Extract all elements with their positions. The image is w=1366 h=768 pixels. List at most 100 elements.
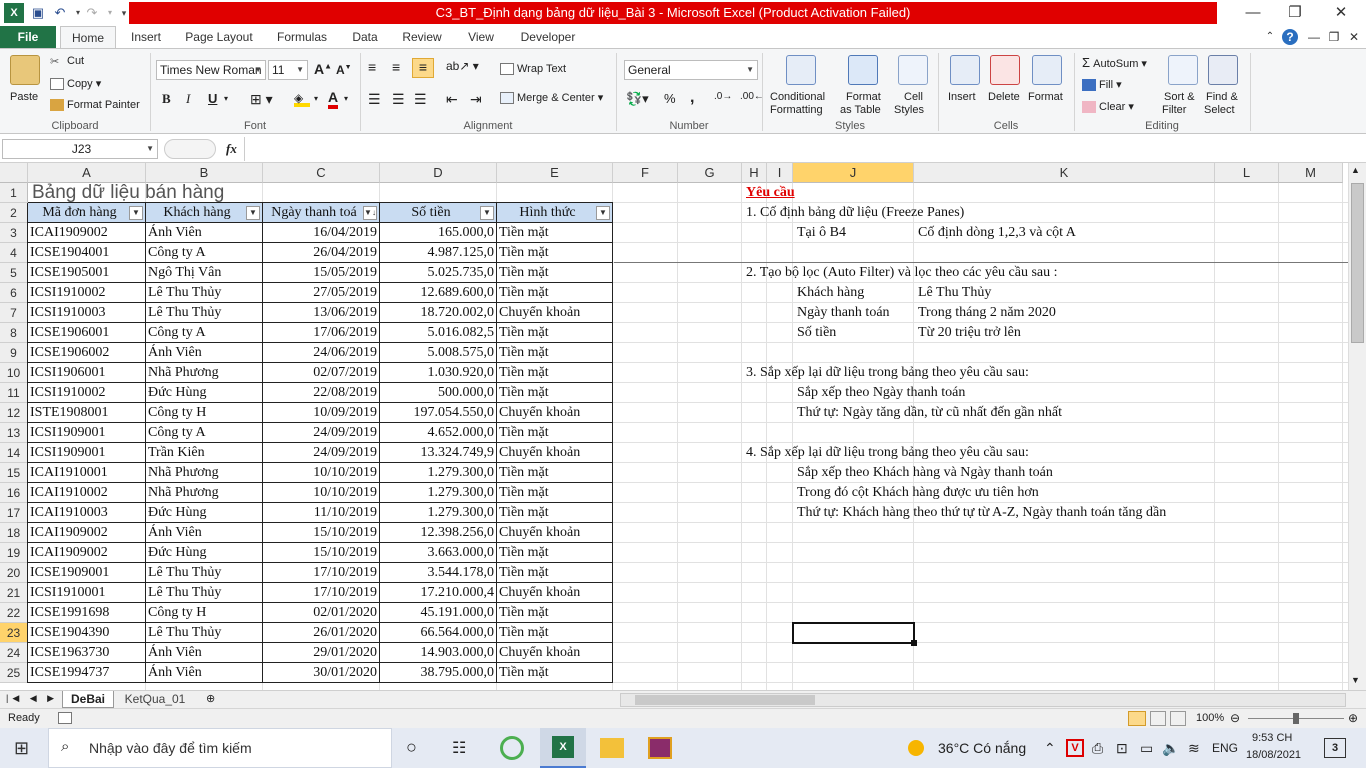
find-select-button[interactable]: Find &	[1206, 91, 1238, 103]
row-header-21[interactable]: 21	[0, 583, 28, 603]
scroll-up-icon[interactable]: ▲	[1351, 165, 1360, 175]
row-header-1[interactable]: 1	[0, 183, 28, 203]
row-header-24[interactable]: 24	[0, 643, 28, 663]
column-header-i[interactable]: I	[767, 163, 793, 183]
zoom-level[interactable]: 100%	[1196, 712, 1224, 724]
sheet-tab-ketqua[interactable]: KetQua_01	[116, 691, 194, 708]
save-icon[interactable]: ▣	[28, 3, 48, 23]
merge-center-button[interactable]: Merge & Center ▾	[500, 91, 603, 105]
cell-styles-button[interactable]: Cell	[904, 91, 923, 103]
filter-dropdown-icon[interactable]: ▼	[129, 206, 143, 220]
language-indicator[interactable]: ENG	[1212, 741, 1238, 755]
antivirus-icon[interactable]: V	[1066, 739, 1084, 757]
column-header-h[interactable]: H	[742, 163, 767, 183]
format-as-table-label2[interactable]: as Table	[840, 104, 881, 116]
fill-button[interactable]: Fill ▾	[1082, 78, 1122, 92]
app-coccoc-icon[interactable]	[500, 736, 524, 760]
row-header-5[interactable]: 5	[0, 263, 28, 283]
font-color-icon[interactable]: A	[328, 89, 339, 109]
select-all-corner[interactable]	[0, 163, 28, 183]
row-header-13[interactable]: 13	[0, 423, 28, 443]
sheet-tab-debai[interactable]: DeBai	[62, 691, 114, 708]
insert-function-button[interactable]: fx	[226, 141, 237, 157]
row-header-4[interactable]: 4	[0, 243, 28, 263]
format-cells-icon[interactable]	[1032, 55, 1062, 85]
binoculars-icon[interactable]	[1208, 55, 1238, 85]
paste-button[interactable]: Paste	[10, 91, 38, 103]
borders-icon[interactable]: ⊞ ▾	[250, 91, 273, 108]
column-header-m[interactable]: M	[1279, 163, 1343, 183]
normal-view-icon[interactable]	[1128, 711, 1146, 726]
align-left-icon[interactable]: ☰	[368, 91, 381, 108]
vertical-scrollbar[interactable]: ▲ ▼	[1348, 163, 1366, 690]
formula-bar-splitter[interactable]	[164, 139, 216, 159]
row-header-11[interactable]: 11	[0, 383, 28, 403]
selected-cell-j23[interactable]	[792, 622, 915, 644]
tab-file[interactable]: File	[0, 26, 56, 48]
decrease-indent-icon[interactable]: ⇤	[446, 91, 458, 108]
row-header-25[interactable]: 25	[0, 663, 28, 683]
delete-cells-button[interactable]: Delete	[988, 91, 1020, 103]
tab-developer[interactable]: Developer	[516, 26, 580, 48]
shrink-font-icon[interactable]: A▼	[336, 63, 352, 77]
grow-font-icon[interactable]: A▲	[314, 61, 332, 77]
widgets-icon[interactable]: ☷	[452, 738, 466, 758]
tab-page-layout[interactable]: Page Layout	[182, 26, 256, 48]
help-icon[interactable]: ?	[1282, 29, 1298, 45]
column-header-b[interactable]: B	[146, 163, 263, 183]
page-layout-view-icon[interactable]	[1150, 711, 1166, 726]
comma-button[interactable]: ,	[690, 89, 694, 107]
worksheet-grid[interactable]: A B C D E F G H I J K L M 1 2 3 4 5 6 7 8 9 10 11 12 13 14 15 16 17 18…	[0, 163, 1348, 690]
column-header-c[interactable]: C	[263, 163, 380, 183]
format-painter-button[interactable]: Format Painter	[50, 99, 140, 112]
taskbar-search[interactable]: ⌕ Nhập vào đây để tìm kiếm	[48, 728, 392, 768]
align-bottom-icon[interactable]: ≡	[412, 58, 434, 78]
underline-dropdown-icon[interactable]: ▾	[224, 94, 228, 103]
filter-dropdown-icon[interactable]: ▼	[246, 206, 260, 220]
show-hidden-icons[interactable]: ⌃	[1044, 740, 1056, 757]
column-header-e[interactable]: E	[497, 163, 613, 183]
column-header-j[interactable]: J	[793, 163, 914, 183]
italic-button[interactable]: I	[186, 91, 190, 107]
column-header-k[interactable]: K	[914, 163, 1215, 183]
delete-cells-icon[interactable]	[990, 55, 1020, 85]
tab-formulas[interactable]: Formulas	[272, 26, 332, 48]
minimize-button[interactable]: —	[1230, 0, 1276, 26]
name-box[interactable]: J23 ▼	[2, 139, 158, 159]
tab-review[interactable]: Review	[398, 26, 446, 48]
conditional-formatting-icon[interactable]	[786, 55, 816, 85]
tray-icon-2[interactable]: ⊡	[1116, 740, 1128, 757]
column-header-l[interactable]: L	[1215, 163, 1279, 183]
row-header-7[interactable]: 7	[0, 303, 28, 323]
column-header-f[interactable]: F	[613, 163, 678, 183]
format-as-table-button[interactable]: Format	[846, 91, 881, 103]
doc-close-icon[interactable]: ✕	[1346, 26, 1362, 48]
network-icon[interactable]: ▭	[1140, 740, 1153, 757]
row-header-20[interactable]: 20	[0, 563, 28, 583]
cut-button[interactable]: ✂ Cut	[50, 55, 84, 68]
doc-restore-icon[interactable]: ❐	[1326, 26, 1342, 48]
row-header-10[interactable]: 10	[0, 363, 28, 383]
sort-filter-button[interactable]: Sort &	[1164, 91, 1195, 103]
fill-color-dropdown-icon[interactable]: ▾	[314, 94, 318, 103]
weather-text[interactable]: 36°C Có nắng	[938, 740, 1026, 756]
wrap-text-button[interactable]: Wrap Text	[500, 63, 566, 76]
windows-start-icon[interactable]: ⊞	[14, 738, 29, 759]
row-header-16[interactable]: 16	[0, 483, 28, 503]
formula-input[interactable]	[244, 137, 1364, 161]
redo-icon[interactable]: ↷	[82, 3, 102, 23]
tab-home[interactable]: Home	[60, 26, 116, 48]
column-header-d[interactable]: D	[380, 163, 497, 183]
row-header-22[interactable]: 22	[0, 603, 28, 623]
clock-date[interactable]: 18/08/2021	[1246, 749, 1301, 761]
insert-cells-button[interactable]: Insert	[948, 91, 976, 103]
horizontal-scrollbar[interactable]	[620, 693, 1346, 707]
currency-icon[interactable]: 💱▾	[626, 91, 649, 107]
autosum-button[interactable]: Σ AutoSum ▾	[1082, 55, 1147, 70]
filter-dropdown-icon[interactable]: ▼↓	[363, 206, 377, 220]
font-size-select[interactable]: 11 ▼	[268, 60, 308, 80]
font-name-select[interactable]: Times New Roman ▼	[156, 60, 266, 80]
tab-data[interactable]: Data	[346, 26, 384, 48]
decrease-decimal-icon[interactable]: .00←	[740, 91, 764, 102]
tab-view[interactable]: View	[462, 26, 500, 48]
